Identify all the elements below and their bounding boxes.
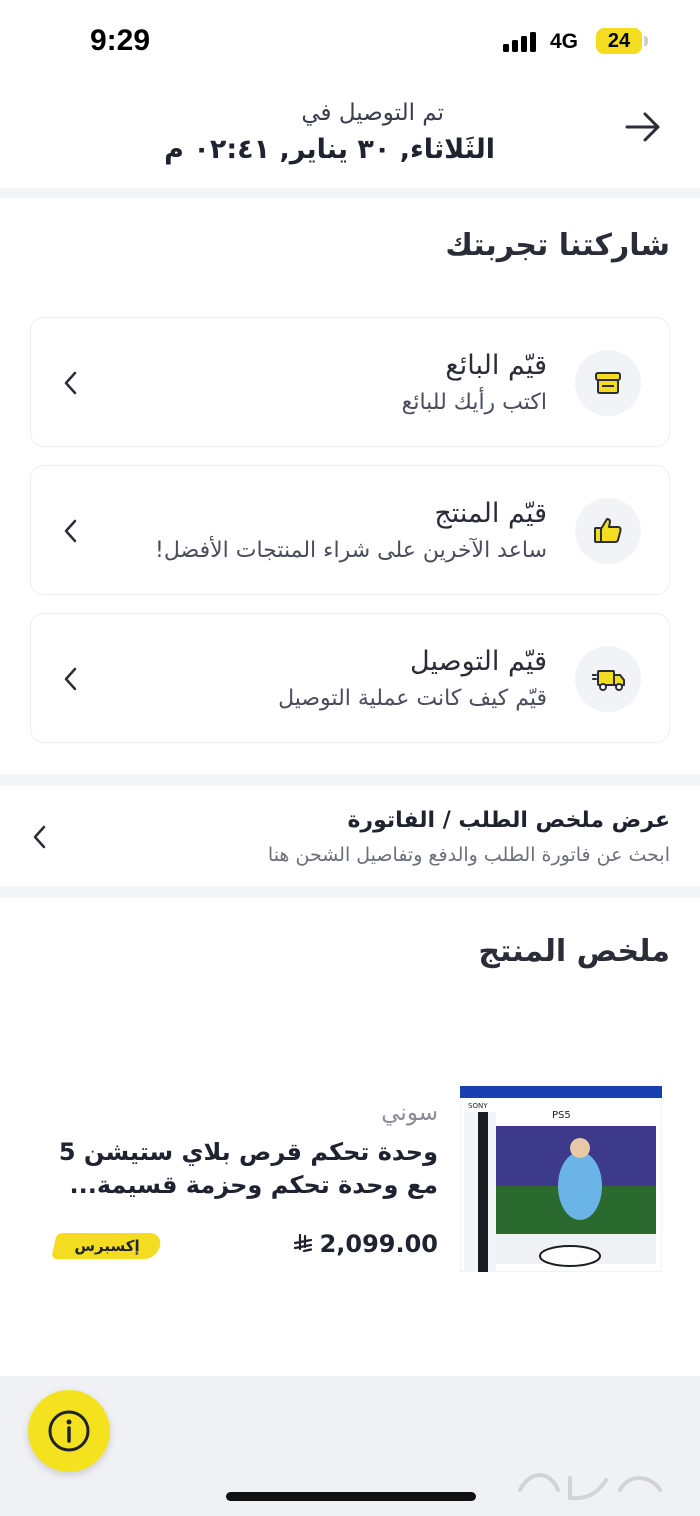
watermark-logo: [518, 1473, 662, 1501]
rate-product-card[interactable]: قيّم المنتج ساعد الآخرين على شراء المنتج…: [30, 465, 670, 595]
rate-product-subtitle: ساعد الآخرين على شراء المنتجات الأفضل!: [155, 538, 547, 563]
home-indicator: [226, 1492, 476, 1501]
rate-delivery-card[interactable]: قيّم التوصيل قيّم كيف كانت عملية التوصيل: [30, 613, 670, 743]
info-button[interactable]: [28, 1390, 110, 1472]
delivery-truck-icon-wrap: [575, 646, 641, 712]
price-value: 2,099.00: [319, 1230, 438, 1258]
rate-seller-subtitle: اكتب رأيك للبائع: [401, 390, 547, 415]
info-icon: [48, 1410, 90, 1452]
chevron-left-icon: [33, 825, 46, 849]
status-time: 9:29: [90, 24, 151, 57]
product-brand: سوني: [381, 1100, 438, 1126]
thumbs-up-icon: [594, 518, 622, 543]
divider: [0, 774, 700, 786]
chevron-left-icon: [64, 371, 77, 395]
divider: [0, 188, 700, 198]
rate-delivery-subtitle: قيّم كيف كانت عملية التوصيل: [278, 686, 547, 711]
invoice-subtitle: ابحث عن فاتورة الطلب والدفع وتفاصيل الشح…: [267, 844, 670, 866]
thumbs-up-icon-wrap: [575, 498, 641, 564]
rate-delivery-title: قيّم التوصيل: [410, 646, 547, 677]
back-arrow-icon[interactable]: [624, 108, 662, 146]
delivered-label: تم التوصيل في: [301, 100, 444, 126]
delivery-truck-icon: [592, 670, 625, 691]
product-price: 2,099.00: [293, 1230, 438, 1258]
battery-level: 24: [607, 30, 631, 52]
store-icon-wrap: [575, 350, 641, 416]
share-section-title: شاركتنا تجربتك: [445, 228, 670, 263]
rate-seller-title: قيّم البائع: [445, 350, 547, 381]
chevron-left-icon: [64, 667, 77, 691]
signal-icon: [503, 30, 543, 52]
battery-cap: [644, 36, 648, 46]
rate-product-title: قيّم المنتج: [434, 498, 547, 529]
order-invoice-row[interactable]: عرض ملخص الطلب / الفاتورة ابحث عن فاتورة…: [0, 786, 700, 886]
store-icon: [595, 372, 621, 394]
express-badge: إكسبرس: [74, 1237, 140, 1255]
svg-text:PS5: PS5: [552, 1110, 571, 1121]
network-label: 4G: [550, 30, 579, 53]
product-summary-title: ملخص المنتج: [478, 934, 670, 969]
divider: [0, 886, 700, 898]
riyal-icon: [293, 1232, 312, 1253]
product-name[interactable]: وحدة تحكم قرص بلاي ستيشن 5 مع وحدة تحكم …: [58, 1136, 438, 1202]
product-image[interactable]: PS5 SONY: [460, 1086, 662, 1272]
rate-seller-card[interactable]: قيّم البائع اكتب رأيك للبائع: [30, 317, 670, 447]
battery-icon: 24: [596, 28, 642, 54]
svg-text:SONY: SONY: [468, 1102, 488, 1110]
chevron-left-icon: [64, 519, 77, 543]
delivered-date: الثَلاثاء, ٣٠ يناير, ٠٢:٤١ م: [164, 134, 495, 165]
status-bar: 9:29 4G 24: [0, 0, 700, 80]
invoice-title: عرض ملخص الطلب / الفاتورة: [347, 808, 670, 833]
